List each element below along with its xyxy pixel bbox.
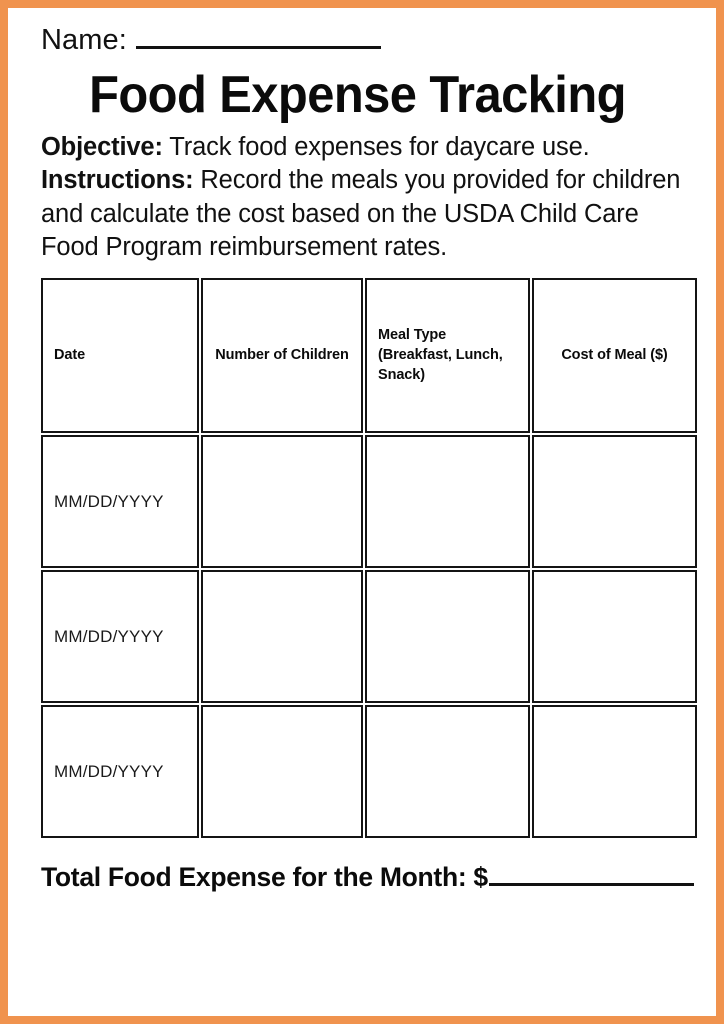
cell-date[interactable]: MM/DD/YYYY [41,705,199,839]
cell-meal-type[interactable] [365,435,530,569]
worksheet-page: Name: Food Expense Tracking Objective: T… [0,0,724,1024]
expense-table: Date Number of Children Meal Type (Break… [41,278,697,839]
instructions-label: Instructions: [41,166,194,195]
column-header-number-of-children: Number of Children [201,278,363,434]
objective-text: Track food expenses for daycare use. [162,133,590,162]
name-input-blank[interactable] [135,22,381,49]
objective-label: Objective: [41,133,163,162]
date-placeholder: MM/DD/YYYY [54,761,164,781]
cell-cost[interactable] [532,570,697,704]
column-header-cost: Cost of Meal ($) [532,278,697,434]
intro-text: Objective: Track food expenses for dayca… [41,131,682,264]
cell-meal-type[interactable] [365,570,530,704]
cell-meal-type[interactable] [365,705,530,839]
cell-date[interactable]: MM/DD/YYYY [41,570,199,704]
cell-number-of-children[interactable] [201,435,363,569]
total-label: Total Food Expense for the Month: $ [41,862,488,893]
worksheet-content: Name: Food Expense Tracking Objective: T… [8,8,716,1016]
date-placeholder: MM/DD/YYYY [54,626,164,646]
cell-number-of-children[interactable] [201,705,363,839]
cell-date[interactable]: MM/DD/YYYY [41,435,199,569]
column-header-cost-label: Cost of Meal ($) [561,346,668,363]
cell-number-of-children[interactable] [201,570,363,704]
instructions-line: Instructions: Record the meals you provi… [41,164,682,264]
total-row: Total Food Expense for the Month: $ [41,862,694,893]
total-input-blank[interactable] [488,863,694,887]
name-label: Name: [41,24,127,56]
column-header-number-of-children-label: Number of Children [215,346,349,363]
date-placeholder: MM/DD/YYYY [54,491,164,511]
cell-cost[interactable] [532,705,697,839]
cell-cost[interactable] [532,435,697,569]
column-header-date-label: Date [54,346,86,363]
page-title: Food Expense Tracking [89,66,626,124]
column-header-date: Date [41,278,199,434]
name-row: Name: [41,22,682,66]
column-header-meal-type: Meal Type (Breakfast, Lunch, Snack) [365,278,530,434]
objective-line: Objective: Track food expenses for dayca… [41,131,682,164]
column-header-meal-type-label: Meal Type (Breakfast, Lunch, Snack) [378,327,503,383]
